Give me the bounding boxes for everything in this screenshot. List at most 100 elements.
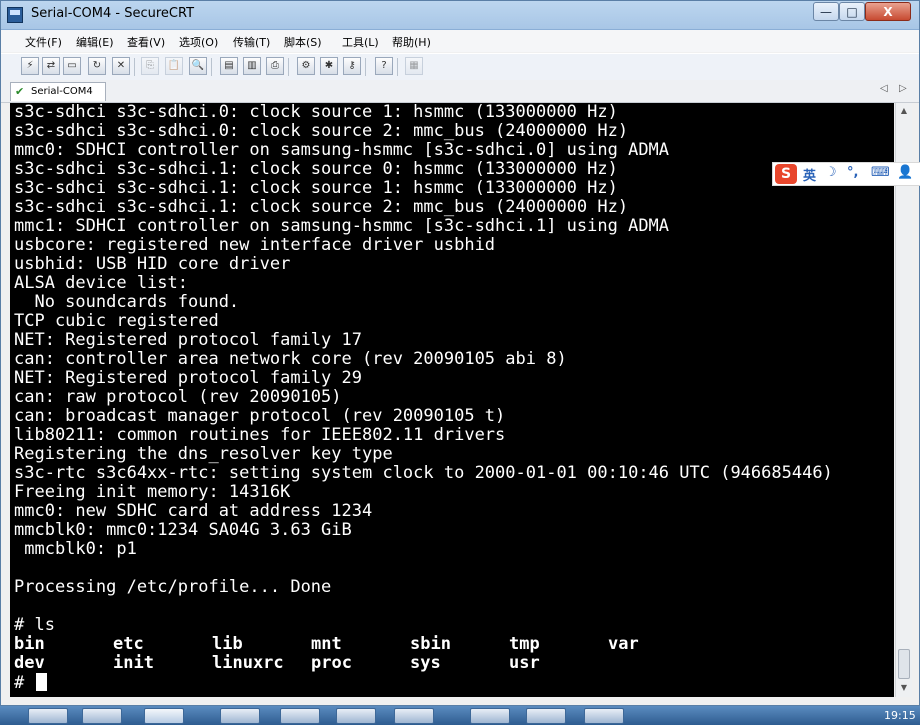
taskbar-app-icon[interactable] bbox=[394, 708, 434, 724]
print-screen-icon[interactable]: ▥ bbox=[243, 57, 261, 75]
sftp-icon[interactable]: ▦ bbox=[405, 57, 423, 75]
scroll-down-icon[interactable]: ▼ bbox=[897, 681, 911, 695]
session-options-icon[interactable]: ⚙ bbox=[297, 57, 315, 75]
ls-entry: etc bbox=[113, 634, 144, 654]
terminal-line: s3c-sdhci s3c-sdhci.1: clock source 1: h… bbox=[14, 178, 618, 198]
ls-entry: tmp bbox=[509, 634, 540, 654]
ls-entry: init bbox=[113, 653, 154, 673]
ls-entry: sys bbox=[410, 653, 441, 673]
menu-bar: 文件(F) 编辑(E) 查看(V) 选项(O) 传输(T) 脚本(S) 工具(L… bbox=[1, 30, 919, 52]
terminal-line: TCP cubic registered bbox=[14, 311, 219, 331]
ime-toolbar[interactable]: S 英 ☽ °, ⌨ 👤 bbox=[772, 162, 920, 186]
taskbar-app-icon[interactable] bbox=[470, 708, 510, 724]
toolbar-separator bbox=[134, 58, 135, 76]
menu-script[interactable]: 脚本(S) bbox=[284, 34, 322, 50]
terminal-line: # ls bbox=[14, 615, 55, 635]
taskbar-cmd-icon[interactable] bbox=[336, 708, 376, 724]
ls-entry: linuxrc bbox=[212, 653, 284, 673]
paste-icon[interactable]: 📋 bbox=[165, 57, 183, 75]
reconnect-icon[interactable]: ↻ bbox=[88, 57, 106, 75]
user-icon[interactable]: 👤 bbox=[897, 165, 913, 180]
disconnect-icon[interactable]: ✕ bbox=[112, 57, 130, 75]
punctuation-icon[interactable]: °, bbox=[847, 165, 858, 180]
global-options-icon[interactable]: ✱ bbox=[320, 57, 338, 75]
ls-entry: usr bbox=[509, 653, 540, 673]
taskbar-app-icon[interactable] bbox=[82, 708, 122, 724]
title-bar[interactable]: Serial-COM4 - SecureCRT — □ X bbox=[1, 1, 919, 30]
sogou-logo-icon[interactable]: S bbox=[775, 164, 797, 184]
minimize-button[interactable]: — bbox=[813, 2, 839, 21]
close-button[interactable]: X bbox=[865, 2, 911, 21]
taskbar-app-icon[interactable] bbox=[584, 708, 624, 724]
terminal-line: usbcore: registered new interface driver… bbox=[14, 235, 496, 255]
terminal-line: can: broadcast manager protocol (rev 200… bbox=[14, 406, 506, 426]
terminal-line: s3c-sdhci s3c-sdhci.0: clock source 2: m… bbox=[14, 121, 629, 141]
menu-help[interactable]: 帮助(H) bbox=[392, 34, 431, 50]
terminal-line: can: raw protocol (rev 20090105) bbox=[14, 387, 342, 407]
maximize-button[interactable]: □ bbox=[839, 2, 865, 21]
taskbar-app-icon[interactable] bbox=[280, 708, 320, 724]
ime-mode-toggle[interactable]: 英 bbox=[803, 165, 816, 184]
terminal-line: Freeing init memory: 14316K bbox=[14, 482, 291, 502]
terminal-line: Processing /etc/profile... Done bbox=[14, 577, 332, 597]
ls-entry: bin bbox=[14, 634, 45, 654]
taskbar-clock: 19:15 bbox=[884, 709, 916, 722]
menu-options[interactable]: 选项(O) bbox=[179, 34, 218, 50]
terminal-line: No soundcards found. bbox=[14, 292, 240, 312]
taskbar-securecrt-icon[interactable] bbox=[144, 708, 184, 724]
menu-file[interactable]: 文件(F) bbox=[25, 34, 62, 50]
session-tab-bar: ✔ Serial-COM4 ◁ ▷ bbox=[1, 80, 919, 103]
tab-scroll-right-icon[interactable]: ▷ bbox=[899, 83, 907, 94]
vertical-scrollbar[interactable]: ▲ ▼ bbox=[895, 103, 912, 697]
keymap-icon[interactable]: ⚷ bbox=[343, 57, 361, 75]
terminal-line: s3c-rtc s3c64xx-rtc: setting system cloc… bbox=[14, 463, 833, 483]
toolbar-separator bbox=[211, 58, 212, 76]
taskbar-explorer-icon[interactable] bbox=[28, 708, 68, 724]
ls-entry: proc bbox=[311, 653, 352, 673]
menu-view[interactable]: 查看(V) bbox=[127, 34, 165, 50]
connect-icon[interactable]: ⚡ bbox=[21, 57, 39, 75]
toolbar-separator bbox=[365, 58, 366, 76]
taskbar-app-icon[interactable] bbox=[220, 708, 260, 724]
terminal-line: s3c-sdhci s3c-sdhci.0: clock source 1: h… bbox=[14, 103, 618, 122]
scrollbar-thumb[interactable] bbox=[898, 649, 910, 679]
prompt: # bbox=[14, 673, 35, 693]
terminal-line: mmc0: new SDHC card at address 1234 bbox=[14, 501, 373, 521]
menu-transfer[interactable]: 传输(T) bbox=[233, 34, 270, 50]
tab-scroll-left-icon[interactable]: ◁ bbox=[880, 83, 888, 94]
taskbar-app-icon[interactable] bbox=[526, 708, 566, 724]
help-icon[interactable]: ? bbox=[375, 57, 393, 75]
terminal-line: NET: Registered protocol family 17 bbox=[14, 330, 362, 350]
print-icon[interactable]: ⎙ bbox=[266, 57, 284, 75]
ls-entry: dev bbox=[14, 653, 45, 673]
tab-serial-com4[interactable]: ✔ Serial-COM4 bbox=[10, 82, 106, 101]
copy-icon[interactable]: ⎘ bbox=[141, 57, 159, 75]
ls-entry: mnt bbox=[311, 634, 342, 654]
terminal-line: ALSA device list: bbox=[14, 273, 188, 293]
terminal-output[interactable]: s3c-sdhci s3c-sdhci.0: clock source 1: h… bbox=[10, 103, 894, 697]
print-setup-icon[interactable]: ▤ bbox=[220, 57, 238, 75]
terminal-line: mmcblk0: mmc0:1234 SA04G 3.63 GiB bbox=[14, 520, 352, 540]
menu-tools[interactable]: 工具(L) bbox=[342, 34, 379, 50]
terminal-line: NET: Registered protocol family 29 bbox=[14, 368, 362, 388]
moon-icon[interactable]: ☽ bbox=[825, 165, 837, 180]
ls-entry: lib bbox=[212, 634, 243, 654]
terminal-line: lib80211: common routines for IEEE802.11… bbox=[14, 425, 506, 445]
quick-connect-icon[interactable]: ⇄ bbox=[42, 57, 60, 75]
find-icon[interactable]: 🔍 bbox=[189, 57, 207, 75]
ls-entry: var bbox=[608, 634, 639, 654]
window-title: Serial-COM4 - SecureCRT bbox=[31, 6, 195, 21]
tab-label: Serial-COM4 bbox=[31, 86, 93, 97]
securecrt-window: Serial-COM4 - SecureCRT — □ X 文件(F) 编辑(E… bbox=[0, 0, 920, 706]
terminal-line: s3c-sdhci s3c-sdhci.1: clock source 0: h… bbox=[14, 159, 618, 179]
ls-entry: sbin bbox=[410, 634, 451, 654]
menu-edit[interactable]: 编辑(E) bbox=[76, 34, 114, 50]
terminal-line: can: controller area network core (rev 2… bbox=[14, 349, 567, 369]
scroll-up-icon[interactable]: ▲ bbox=[897, 104, 911, 118]
keyboard-icon[interactable]: ⌨ bbox=[871, 165, 890, 180]
taskbar: 19:15 bbox=[0, 706, 920, 725]
toolbar-separator bbox=[397, 58, 398, 76]
toolbar: ⚡ ⇄ ▭ ↻ ✕ ⎘ 📋 🔍 ▤ ▥ ⎙ ⚙ ✱ ⚷ ? ▦ bbox=[1, 53, 919, 81]
securecrt-app-icon bbox=[7, 7, 23, 23]
connect-tab-icon[interactable]: ▭ bbox=[63, 57, 81, 75]
